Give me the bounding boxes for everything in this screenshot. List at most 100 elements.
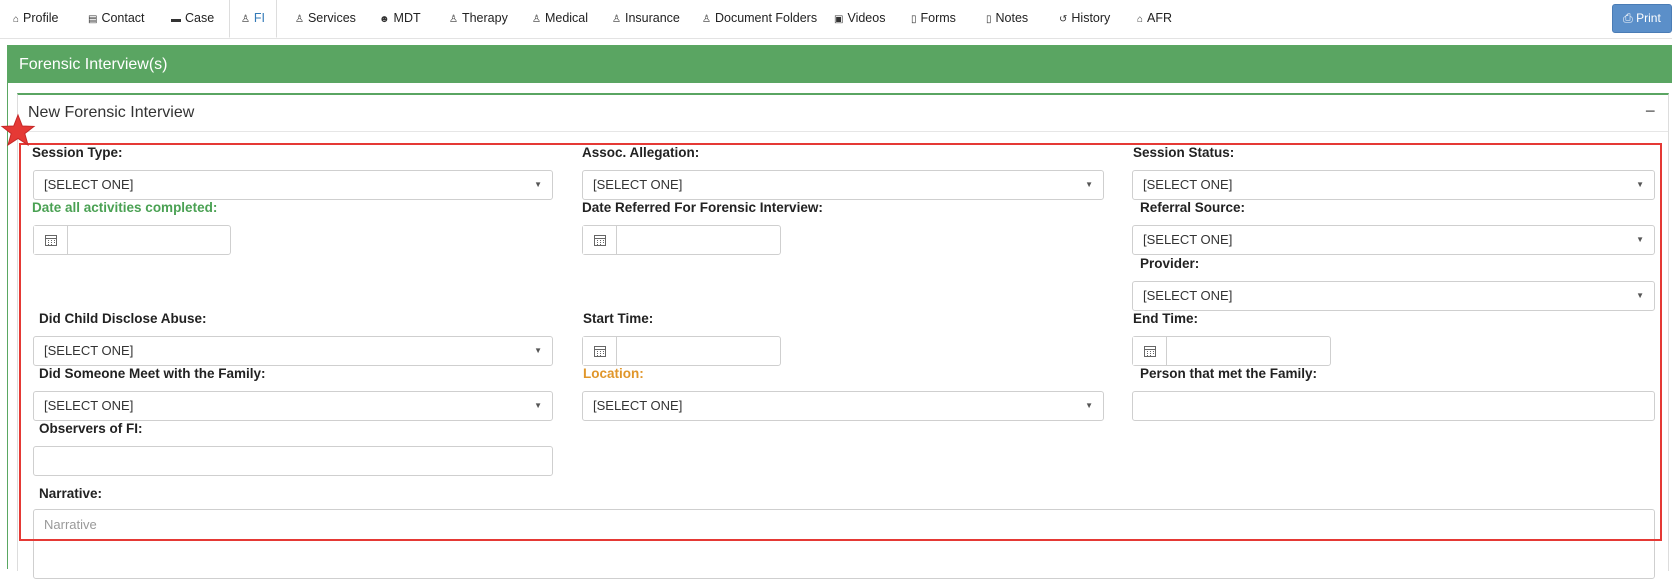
tab-label: FI (253, 11, 266, 25)
tab-document-folders[interactable]: ♙ Document Folders (702, 0, 817, 36)
document-icon: ▯ (911, 14, 917, 25)
session-status-label: Session Status: (1133, 145, 1235, 160)
tab-therapy[interactable]: ♙ Therapy (449, 0, 508, 36)
tab-history[interactable]: ↺ History (1059, 0, 1110, 36)
date-referred-label: Date Referred For Forensic Interview: (582, 200, 823, 215)
referral-source-select[interactable]: [SELECT ONE] ▼ (1132, 225, 1655, 255)
chevron-down-icon: ▼ (1636, 180, 1644, 189)
location-label: Location: (583, 366, 644, 381)
tab-medical[interactable]: ♙ Medical (532, 0, 588, 36)
did-someone-meet-label: Did Someone Meet with the Family: (39, 366, 266, 381)
narrative-label: Narrative: (39, 486, 103, 501)
tab-label: Medical (544, 11, 589, 25)
calendar-icon (44, 234, 57, 246)
print-button[interactable]: ⎙ Print (1612, 4, 1672, 33)
chevron-down-icon: ▼ (1636, 235, 1644, 244)
subpanel-header: New Forensic Interview − (18, 95, 1668, 132)
top-nav: ⌂ Profile ▤ Contact ▬ Case ♙ FI ♙ Services ☻ M… (0, 0, 1672, 39)
tab-fi[interactable]: ♙ FI (229, 0, 277, 38)
observers-input[interactable] (33, 446, 553, 476)
tab-videos[interactable]: ▣ Videos (834, 0, 885, 36)
tab-label: Profile (23, 11, 59, 25)
tab-label: Document Folders (714, 11, 818, 25)
select-value: [SELECT ONE] (1143, 288, 1233, 303)
tab-label: Forms (920, 11, 956, 25)
person-icon: ♙ (532, 14, 541, 25)
did-child-disclose-select[interactable]: [SELECT ONE] ▼ (33, 336, 553, 366)
person-icon: ♙ (449, 14, 458, 25)
chevron-down-icon: ▼ (534, 180, 542, 189)
chevron-down-icon: ▼ (534, 401, 542, 410)
select-value: [SELECT ONE] (593, 177, 683, 192)
tab-mdt[interactable]: ☻ MDT (379, 0, 421, 36)
chevron-down-icon: ▼ (1085, 401, 1093, 410)
did-child-disclose-label: Did Child Disclose Abuse: (39, 311, 207, 326)
date-all-completed-label: Date all activities completed: (32, 200, 218, 215)
tab-label: Insurance (624, 11, 680, 25)
print-label: Print (1636, 11, 1661, 25)
select-value: [SELECT ONE] (44, 398, 134, 413)
assoc-allegation-label: Assoc. Allegation: (582, 145, 700, 160)
tab-afr[interactable]: ⌂ AFR (1137, 0, 1172, 36)
subpanel-title: New Forensic Interview (28, 104, 195, 121)
tab-label: History (1071, 11, 1111, 25)
chevron-down-icon: ▼ (534, 346, 542, 355)
date-referred-field[interactable] (582, 225, 781, 255)
select-value: [SELECT ONE] (1143, 232, 1233, 247)
collapse-button[interactable]: − (1645, 101, 1656, 122)
person-icon: ♙ (612, 14, 621, 25)
home-icon: ⌂ (13, 14, 20, 25)
calendar-addon[interactable] (583, 226, 617, 254)
person-icon: ♙ (240, 14, 250, 25)
observers-label: Observers of FI: (39, 421, 143, 436)
calendar-addon[interactable] (34, 226, 68, 254)
tab-label: Case (185, 11, 215, 25)
session-status-select[interactable]: [SELECT ONE] ▼ (1132, 170, 1655, 200)
briefcase-icon: ▬ (171, 14, 181, 25)
start-time-label: Start Time: (583, 311, 654, 326)
calendar-icon (593, 234, 606, 246)
home-icon: ⌂ (1137, 14, 1144, 25)
person-met-family-label: Person that met the Family: (1140, 366, 1318, 381)
session-type-label: Session Type: (32, 145, 123, 160)
end-time-label: End Time: (1133, 311, 1199, 326)
person-icon: ♙ (295, 14, 304, 25)
chevron-down-icon: ▼ (1085, 180, 1093, 189)
assoc-allegation-select[interactable]: [SELECT ONE] ▼ (582, 170, 1104, 200)
panel-header: Forensic Interview(s) (8, 46, 1672, 83)
tab-label: Notes (995, 11, 1029, 25)
calendar-icon (1143, 345, 1156, 357)
select-value: [SELECT ONE] (593, 398, 683, 413)
print-icon: ⎙ (1623, 11, 1633, 25)
tab-label: AFR (1147, 11, 1173, 25)
tab-forms[interactable]: ▯ Forms (911, 0, 956, 36)
end-time-field[interactable] (1132, 336, 1331, 366)
provider-select[interactable]: [SELECT ONE] ▼ (1132, 281, 1655, 311)
tab-services[interactable]: ♙ Services (295, 0, 356, 36)
start-time-field[interactable] (582, 336, 781, 366)
tab-contact[interactable]: ▤ Contact (88, 0, 145, 36)
tab-profile[interactable]: ⌂ Profile (13, 0, 58, 36)
calendar-addon[interactable] (1133, 337, 1167, 365)
narrative-textarea[interactable]: Narrative (33, 509, 1655, 579)
tab-insurance[interactable]: ♙ Insurance (612, 0, 680, 36)
select-value: [SELECT ONE] (44, 177, 134, 192)
calendar-addon[interactable] (583, 337, 617, 365)
panel-title: Forensic Interview(s) (19, 56, 168, 73)
star-icon (0, 113, 36, 147)
tab-case[interactable]: ▬ Case (171, 0, 214, 36)
person-met-family-input[interactable] (1132, 391, 1655, 421)
chevron-down-icon: ▼ (1636, 291, 1644, 300)
video-file-icon: ▣ (834, 14, 844, 25)
tab-notes[interactable]: ▯ Notes (986, 0, 1028, 36)
location-select[interactable]: [SELECT ONE] ▼ (582, 391, 1104, 421)
session-type-select[interactable]: [SELECT ONE] ▼ (33, 170, 553, 200)
tab-label: Therapy (461, 11, 508, 25)
did-someone-meet-select[interactable]: [SELECT ONE] ▼ (33, 391, 553, 421)
document-icon: ▯ (986, 14, 992, 25)
tab-label: Services (307, 11, 356, 25)
tab-label: Videos (847, 11, 886, 25)
date-all-completed-field[interactable] (33, 225, 231, 255)
history-icon: ↺ (1059, 14, 1068, 25)
users-icon: ☻ (379, 14, 390, 25)
